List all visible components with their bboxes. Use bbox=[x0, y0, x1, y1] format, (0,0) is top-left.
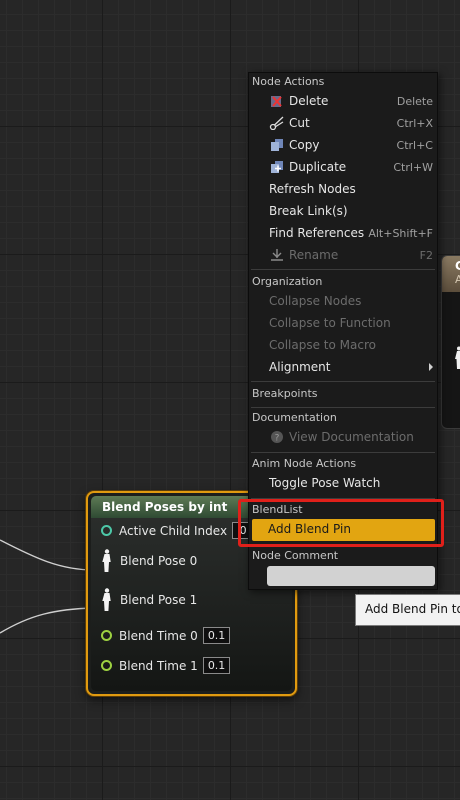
menu-item-shortcut: Ctrl+X bbox=[396, 116, 433, 130]
menu-item-shortcut: Ctrl+W bbox=[393, 160, 433, 174]
pose-pin-icon[interactable] bbox=[101, 588, 113, 612]
menu-item-shortcut: Ctrl+C bbox=[396, 138, 433, 152]
menu-divider bbox=[251, 381, 435, 382]
float-pin-icon[interactable] bbox=[101, 660, 112, 671]
copy-icon bbox=[271, 139, 283, 151]
menu-item-label: Rename bbox=[289, 248, 339, 262]
menu-item-find-references[interactable]: Find References Alt+Shift+F bbox=[251, 222, 435, 244]
menu-item-label: Cut bbox=[289, 116, 310, 130]
menu-item-label: Alignment bbox=[269, 360, 331, 374]
menu-item-label: Duplicate bbox=[289, 160, 347, 174]
menu-item-collapse-to-function[interactable]: Collapse to Function bbox=[251, 312, 435, 334]
submenu-arrow-icon bbox=[429, 363, 433, 371]
blend-time-0-input[interactable]: 0.1 bbox=[202, 627, 231, 644]
menu-item-shortcut: Alt+Shift+F bbox=[368, 226, 433, 240]
rename-icon bbox=[271, 249, 283, 261]
pin-label: Blend Time 1 bbox=[119, 658, 198, 673]
menu-item-label: View Documentation bbox=[289, 430, 414, 444]
section-header-node-actions: Node Actions bbox=[252, 75, 325, 88]
partial-node-header: C A bbox=[442, 256, 460, 292]
tooltip: Add Blend Pin to bbox=[355, 594, 460, 626]
menu-divider bbox=[251, 452, 435, 453]
int-pin-icon[interactable] bbox=[101, 525, 112, 536]
menu-item-collapse-nodes[interactable]: Collapse Nodes bbox=[251, 290, 435, 312]
menu-item-label: Collapse to Function bbox=[269, 316, 391, 330]
scissors-icon bbox=[269, 116, 284, 130]
menu-item-delete[interactable]: Delete Delete bbox=[251, 90, 435, 112]
menu-item-toggle-pose-watch[interactable]: Toggle Pose Watch bbox=[251, 472, 435, 494]
pin-blend-pose-0[interactable]: Blend Pose 0 bbox=[101, 549, 197, 573]
menu-divider bbox=[251, 269, 435, 270]
partial-node-subtitle: A bbox=[455, 273, 460, 286]
pose-pin-icon[interactable] bbox=[454, 346, 460, 370]
highlight-outline bbox=[238, 499, 444, 547]
menu-item-view-documentation[interactable]: ? View Documentation bbox=[251, 426, 435, 448]
partial-node-title: C bbox=[455, 259, 460, 273]
pose-pin-icon[interactable] bbox=[101, 549, 113, 573]
pin-blend-pose-1[interactable]: Blend Pose 1 bbox=[101, 588, 197, 612]
menu-item-alignment[interactable]: Alignment bbox=[251, 356, 435, 378]
menu-item-refresh-nodes[interactable]: Refresh Nodes bbox=[251, 178, 435, 200]
help-icon: ? bbox=[271, 431, 283, 444]
partial-node-right[interactable]: C A bbox=[441, 255, 460, 429]
pin-label: Active Child Index bbox=[119, 523, 228, 538]
section-header-documentation: Documentation bbox=[252, 411, 337, 424]
menu-item-rename[interactable]: Rename F2 bbox=[251, 244, 435, 266]
duplicate-icon bbox=[271, 161, 283, 173]
menu-item-cut[interactable]: Cut Ctrl+X bbox=[251, 112, 435, 134]
section-header-breakpoints: Breakpoints bbox=[252, 387, 318, 400]
menu-item-break-links[interactable]: Break Link(s) bbox=[251, 200, 435, 222]
menu-item-label: Collapse Nodes bbox=[269, 294, 362, 308]
menu-item-label: Find References bbox=[269, 226, 365, 240]
menu-item-collapse-to-macro[interactable]: Collapse to Macro bbox=[251, 334, 435, 356]
pin-label: Blend Time 0 bbox=[119, 628, 198, 643]
blend-time-1-input[interactable]: 0.1 bbox=[202, 657, 231, 674]
node-comment-input[interactable] bbox=[267, 566, 435, 586]
menu-item-label: Collapse to Macro bbox=[269, 338, 376, 352]
menu-item-shortcut: Delete bbox=[396, 94, 433, 108]
wire-blend-pose-1 bbox=[0, 607, 95, 634]
menu-item-label: Copy bbox=[289, 138, 320, 152]
pin-blend-time-1[interactable]: Blend Time 1 0.1 bbox=[101, 657, 231, 674]
delete-icon bbox=[271, 96, 282, 107]
pin-active-child-index[interactable]: Active Child Index 0 bbox=[101, 522, 255, 539]
menu-divider bbox=[251, 407, 435, 408]
section-header-anim-node-actions: Anim Node Actions bbox=[252, 457, 357, 470]
pin-blend-time-0[interactable]: Blend Time 0 0.1 bbox=[101, 627, 231, 644]
menu-item-copy[interactable]: Copy Ctrl+C bbox=[251, 134, 435, 156]
svg-text:?: ? bbox=[275, 434, 280, 444]
menu-item-label: Toggle Pose Watch bbox=[269, 476, 381, 490]
menu-item-label: Refresh Nodes bbox=[269, 182, 356, 196]
section-header-organization: Organization bbox=[252, 275, 323, 288]
menu-item-label: Break Link(s) bbox=[269, 204, 348, 218]
pin-label: Blend Pose 1 bbox=[120, 593, 198, 607]
menu-item-duplicate[interactable]: Duplicate Ctrl+W bbox=[251, 156, 435, 178]
pin-label: Blend Pose 0 bbox=[120, 554, 198, 568]
menu-item-shortcut: F2 bbox=[419, 248, 433, 262]
wire-blend-pose-0 bbox=[0, 539, 95, 571]
menu-item-label: Delete bbox=[289, 94, 329, 108]
float-pin-icon[interactable] bbox=[101, 630, 112, 641]
section-header-node-comment: Node Comment bbox=[252, 549, 339, 562]
